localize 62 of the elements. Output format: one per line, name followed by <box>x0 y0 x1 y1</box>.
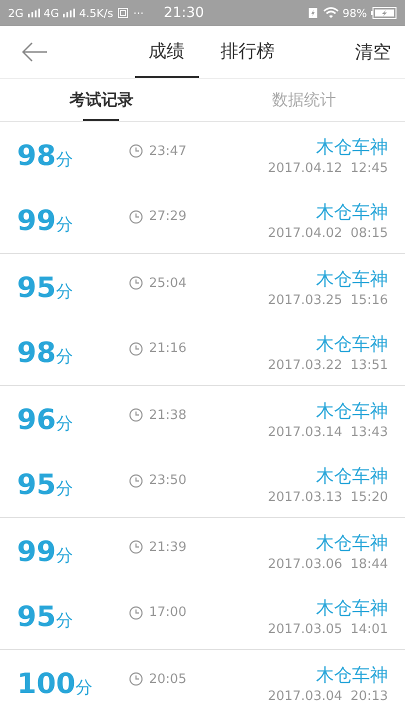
score: 99分 <box>17 534 74 568</box>
tab[interactable]: 成绩 <box>134 26 198 78</box>
clock-icon <box>129 342 143 356</box>
score: 99分 <box>17 204 74 237</box>
user-name: 木仓车神 <box>316 333 388 356</box>
back-arrow-icon[interactable] <box>22 42 48 62</box>
date-time: 2017.03.22 13:51 <box>268 358 388 373</box>
clock-icon <box>129 672 143 686</box>
duration: 20:05 <box>149 672 186 686</box>
score: 100分 <box>17 666 94 700</box>
score: 96分 <box>17 402 74 436</box>
score: 95分 <box>17 600 74 633</box>
user-name: 木仓车神 <box>316 465 388 488</box>
date-time: 2017.03.25 15:16 <box>268 292 388 308</box>
clock-icon <box>129 408 143 422</box>
clock-icon <box>129 540 143 554</box>
duration: 23:47 <box>149 144 186 158</box>
date-time: 2017.03.04 20:13 <box>268 688 388 704</box>
tab[interactable]: 考试记录 <box>0 79 202 121</box>
signal-icon <box>28 8 40 18</box>
clear-button[interactable]: 清空 <box>355 40 391 64</box>
duration: 23:50 <box>149 473 186 488</box>
notification-icon <box>117 8 130 18</box>
date-time: 2017.03.13 15:20 <box>268 490 388 505</box>
clock-icon <box>129 606 143 620</box>
battery-icon <box>371 7 397 19</box>
wifi-icon <box>322 7 339 19</box>
tab[interactable]: 排行榜 <box>206 26 288 78</box>
battery-level: 98% <box>342 6 367 20</box>
duration: 25:04 <box>149 276 186 290</box>
duration: 27:29 <box>149 209 186 224</box>
user-name: 木仓车神 <box>316 400 388 422</box>
score: 95分 <box>17 468 74 501</box>
user-name: 木仓车神 <box>316 664 388 686</box>
more-notifications: ··· <box>133 6 144 20</box>
score: 98分 <box>17 336 74 369</box>
score: 95分 <box>17 270 74 304</box>
date-time: 2017.04.02 08:15 <box>268 226 388 241</box>
clock: 21:30 <box>164 5 204 21</box>
user-name: 木仓车神 <box>316 268 388 290</box>
date-time: 2017.03.06 18:44 <box>268 556 388 572</box>
date-time: 2017.04.12 12:45 <box>268 160 388 176</box>
network-label: 2G <box>8 6 24 20</box>
duration: 21:38 <box>149 408 186 422</box>
user-name: 木仓车神 <box>316 597 388 620</box>
network-label: 4G <box>44 6 60 20</box>
user-name: 木仓车神 <box>316 532 388 554</box>
duration: 21:39 <box>149 540 186 554</box>
user-name: 木仓车神 <box>316 201 388 224</box>
duration: 21:16 <box>149 341 186 356</box>
score: 98分 <box>17 138 74 172</box>
signal-icon <box>63 8 76 18</box>
clock-icon <box>129 276 143 290</box>
network-speed: 4.5K/s <box>79 6 114 20</box>
clock-icon <box>129 144 143 158</box>
user-name: 木仓车神 <box>316 136 388 158</box>
charging-icon <box>306 8 319 18</box>
date-time: 2017.03.14 13:43 <box>268 424 388 440</box>
clock-icon <box>129 474 143 488</box>
clock-icon <box>129 210 143 224</box>
duration: 17:00 <box>149 605 186 620</box>
date-time: 2017.03.05 14:01 <box>268 622 388 637</box>
